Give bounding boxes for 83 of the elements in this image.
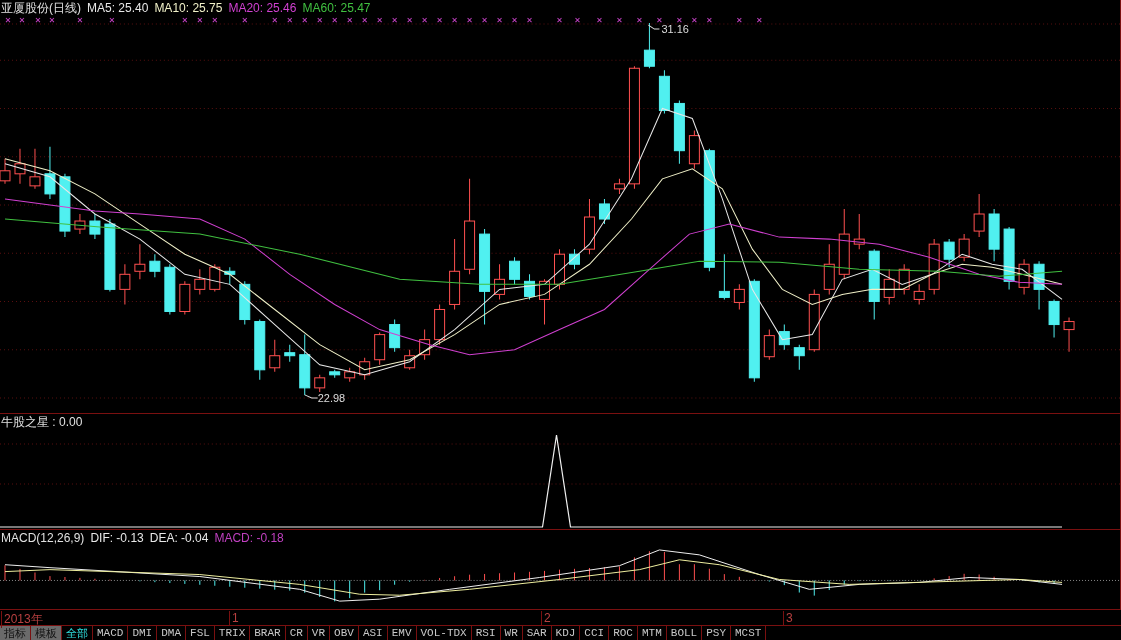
candlestick: [209, 263, 221, 292]
candlestick: [29, 148, 41, 190]
candlestick: [269, 339, 281, 373]
candlestick: [254, 319, 266, 381]
candlestick: [808, 288, 820, 353]
candlestick: [314, 374, 326, 393]
candlestick: [449, 238, 461, 310]
candlestick: [299, 334, 311, 396]
indicator-title: MACD(12,26,9): [1, 531, 85, 545]
candlestick: [598, 198, 610, 225]
candlestick: [733, 283, 745, 310]
candlestick: [344, 367, 356, 383]
macd-reading: DEA: -0.04: [149, 531, 209, 545]
candlestick: [239, 280, 251, 326]
candlestick: [928, 238, 940, 295]
candlestick: [134, 243, 146, 280]
candlestick: [329, 369, 341, 379]
candlestick: [778, 324, 790, 351]
candlestick: [44, 146, 56, 200]
leader-line: [647, 24, 660, 30]
candlestick: [359, 357, 371, 381]
macd-reading: MACD: -0.18: [214, 531, 284, 545]
candlestick: [763, 329, 775, 361]
chart-title: 亚厦股份(日线): [1, 0, 81, 17]
candlestick: [509, 256, 521, 285]
moving-average-reading: MA60: 25.47: [302, 1, 371, 15]
candlestick: [419, 329, 431, 361]
candlestick: [1033, 260, 1045, 310]
indicator-tab[interactable]: 模板: [31, 626, 62, 640]
candlestick: [673, 99, 685, 165]
low-price-label: 22.98: [317, 391, 346, 404]
candlestick: [539, 278, 550, 326]
moving-average-reading: MA5: 25.40: [87, 1, 149, 15]
candlestick: [643, 22, 655, 69]
candlestick: [688, 130, 700, 170]
candlestick: [164, 263, 176, 315]
macd-reading: DIF: -0.13: [90, 531, 144, 545]
candlestick: [149, 253, 161, 278]
moving-average-reading: MA20: 25.46: [228, 1, 297, 15]
candlestick: [1018, 258, 1030, 295]
candlestick: [389, 319, 401, 353]
candlestick: [718, 253, 730, 300]
candlestick: [658, 69, 670, 114]
candlestick: [224, 266, 236, 285]
candlestick: [584, 198, 595, 255]
candlestick: [883, 268, 895, 305]
moving-average-reading: MA10: 25.75: [154, 1, 223, 15]
candlestick: [613, 178, 625, 195]
candlestick: [434, 303, 446, 346]
candlestick: [853, 213, 865, 250]
candlestick: [793, 344, 805, 371]
date-axis-label: 2: [541, 611, 551, 625]
date-axis-label: 1: [229, 611, 239, 625]
candlestick: [943, 238, 955, 268]
candlestick: [823, 243, 835, 295]
leader-line: [304, 394, 319, 399]
candlestick: [1063, 317, 1075, 353]
candlestick: [179, 280, 191, 315]
candlestick: [554, 248, 565, 290]
candlestick: [194, 268, 206, 295]
candlestick: [913, 283, 925, 305]
candlestick: [14, 148, 26, 185]
candlestick: [988, 208, 1000, 262]
candlestick: [569, 248, 580, 270]
candlestick: [74, 213, 86, 235]
candlestick: [89, 213, 101, 240]
high-price-label: 31.16: [661, 23, 689, 36]
indicator-title: 牛股之星 : 0.00: [1, 413, 83, 431]
candlestick: [524, 273, 535, 300]
candlestick: [404, 349, 416, 371]
date-axis-label: 3: [783, 611, 793, 625]
candlestick: [59, 173, 71, 238]
candlestick: [958, 233, 970, 262]
indicator-tab[interactable]: 指标: [0, 626, 31, 640]
candlestick: [1048, 298, 1060, 339]
candlestick: [838, 208, 850, 280]
candlestick: [1003, 226, 1015, 290]
candlestick: [119, 263, 131, 305]
candlestick: [284, 344, 296, 363]
candlestick: [374, 332, 386, 366]
candlestick: [898, 263, 910, 295]
candlestick: [494, 263, 506, 300]
candlestick: [973, 193, 985, 238]
